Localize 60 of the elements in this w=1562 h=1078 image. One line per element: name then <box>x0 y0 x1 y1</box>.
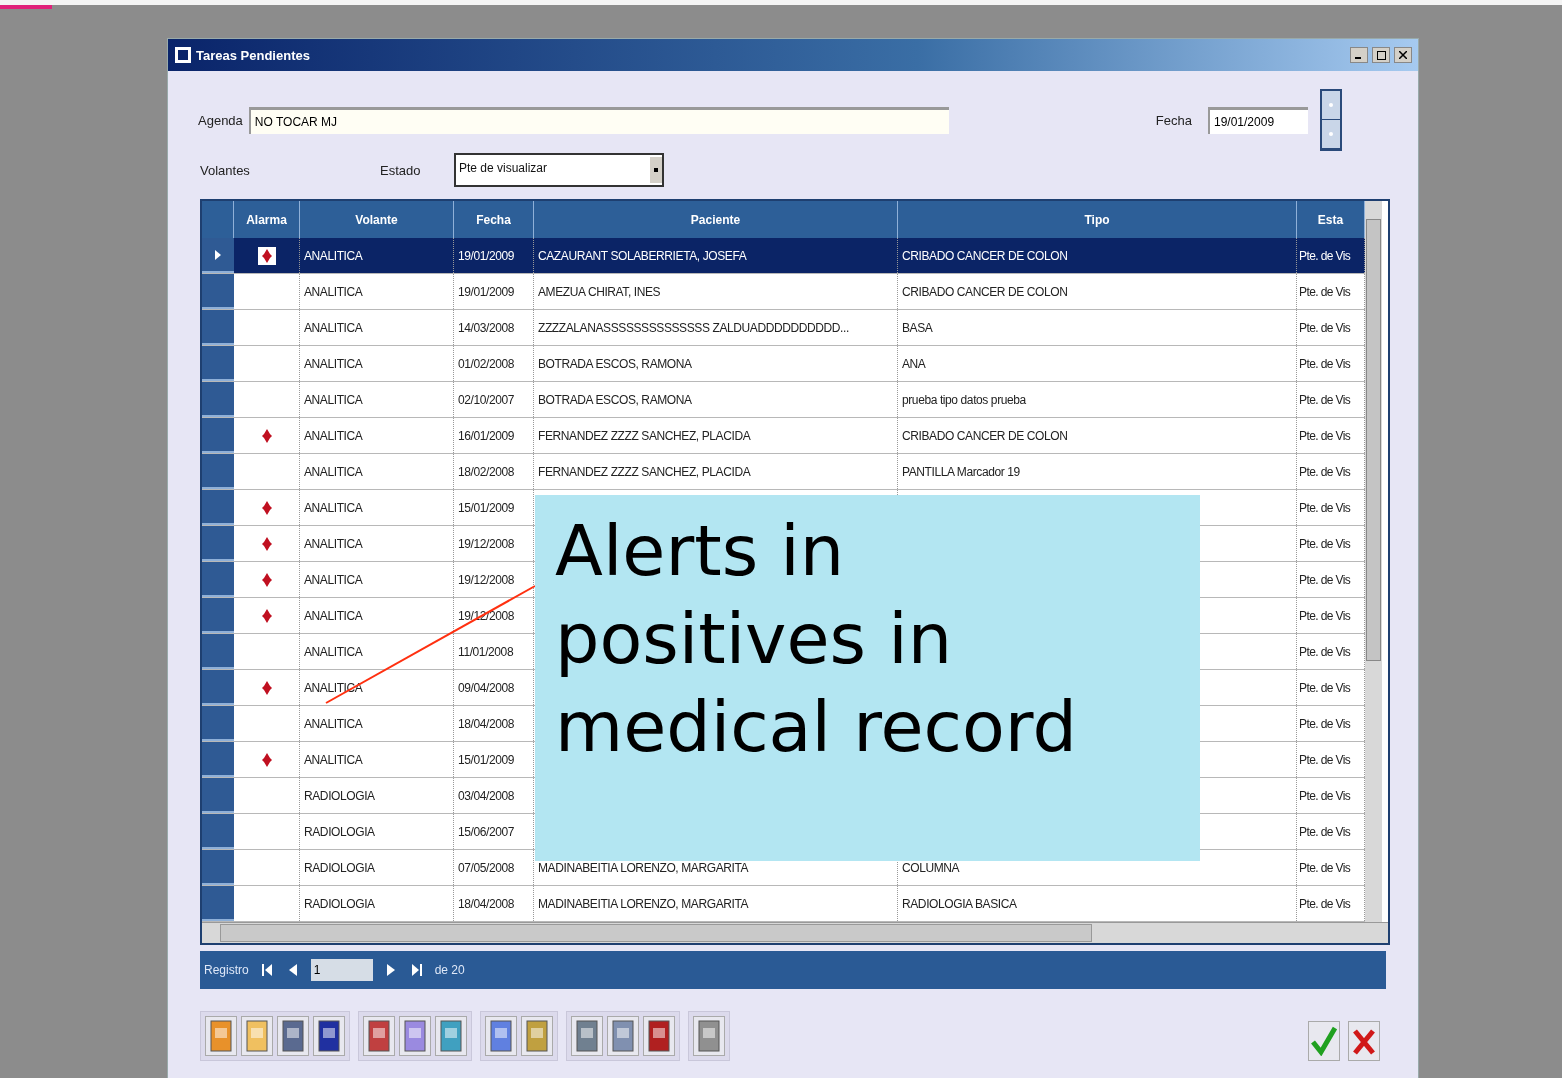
table-cell: ANALITICA <box>300 598 454 633</box>
table-cell: RADIOLOGIA <box>300 886 454 921</box>
table-cell: 15/01/2009 <box>454 490 534 525</box>
table-cell: 18/04/2008 <box>454 706 534 741</box>
table-cell: 15/06/2007 <box>454 814 534 849</box>
table-cell: RADIOLOGIA BASICA <box>898 886 1297 921</box>
table-cell: CRIBADO CANCER DE COLON <box>898 238 1297 273</box>
table-cell: 03/04/2008 <box>454 778 534 813</box>
callout-tooltip: Alerts in positives in medical record <box>535 495 1200 861</box>
table-cell: ANALITICA <box>300 382 454 417</box>
table-cell: PANTILLA Marcador 19 <box>898 454 1297 489</box>
table-cell: ZZZZALANASSSSSSSSSSSSSS ZALDUADDDDDDDDDD... <box>534 310 898 345</box>
table-cell: 19/01/2009 <box>454 238 534 273</box>
table-cell: 19/01/2009 <box>454 274 534 309</box>
table-cell: 19/12/2008 <box>454 562 534 597</box>
volantes-label: Volantes <box>200 162 251 178</box>
table-cell: AMEZUA CHIRAT, INES <box>534 274 898 309</box>
table-cell: prueba tipo datos prueba <box>898 382 1297 417</box>
table-cell: ANALITICA <box>300 742 454 777</box>
agenda-label: Agenda <box>198 112 243 128</box>
table-cell: CRIBADO CANCER DE COLON <box>898 274 1297 309</box>
table-cell: 15/01/2009 <box>454 742 534 777</box>
table-cell: BASA <box>898 310 1297 345</box>
table-cell: ANALITICA <box>300 346 454 381</box>
table-cell: RADIOLOGIA <box>300 778 454 813</box>
table-cell: ANALITICA <box>300 634 454 669</box>
table-cell: 02/10/2007 <box>454 382 534 417</box>
table-cell: 18/02/2008 <box>454 454 534 489</box>
table-cell: ANALITICA <box>300 454 454 489</box>
fecha-label: Fecha <box>1155 112 1192 128</box>
window-title: Tareas Pendientes <box>196 47 311 63</box>
table-cell: CRIBADO CANCER DE COLON <box>898 418 1297 453</box>
table-cell: ANALITICA <box>300 418 454 453</box>
table-cell: ANALITICA <box>300 562 454 597</box>
table-cell: 11/01/2008 <box>454 634 534 669</box>
table-cell: ANALITICA <box>300 274 454 309</box>
estado-label: Estado <box>380 162 422 178</box>
table-cell: 07/05/2008 <box>454 850 534 885</box>
table-cell: 09/04/2008 <box>454 670 534 705</box>
table-cell: ANALITICA <box>300 490 454 525</box>
registro-label: Registro <box>204 963 249 977</box>
table-cell: ANALITICA <box>300 706 454 741</box>
table-cell: ANA <box>898 346 1297 381</box>
table-cell: ANALITICA <box>300 310 454 345</box>
table-cell: ANALITICA <box>300 526 454 561</box>
table-cell: CAZAURANT SOLABERRIETA, JOSEFA <box>534 238 898 273</box>
table-cell: BOTRADA ESCOS, RAMONA <box>534 382 898 417</box>
table-cell: BOTRADA ESCOS, RAMONA <box>534 346 898 381</box>
table-cell: FERNANDEZ ZZZZ SANCHEZ, PLACIDA <box>534 418 898 453</box>
table-cell: 18/04/2008 <box>454 886 534 921</box>
table-cell: MADINABEITIA LORENZO, MARGARITA <box>534 886 898 921</box>
table-cell: RADIOLOGIA <box>300 814 454 849</box>
table-cell: 01/02/2008 <box>454 346 534 381</box>
table-cell: RADIOLOGIA <box>300 850 454 885</box>
table-cell: FERNANDEZ ZZZZ SANCHEZ, PLACIDA <box>534 454 898 489</box>
table-cell: ANALITICA <box>300 238 454 273</box>
table-cell: 16/01/2009 <box>454 418 534 453</box>
record-count: de 20 <box>434 963 465 977</box>
table-cell: 14/03/2008 <box>454 310 534 345</box>
table-cell: 19/12/2008 <box>454 526 534 561</box>
